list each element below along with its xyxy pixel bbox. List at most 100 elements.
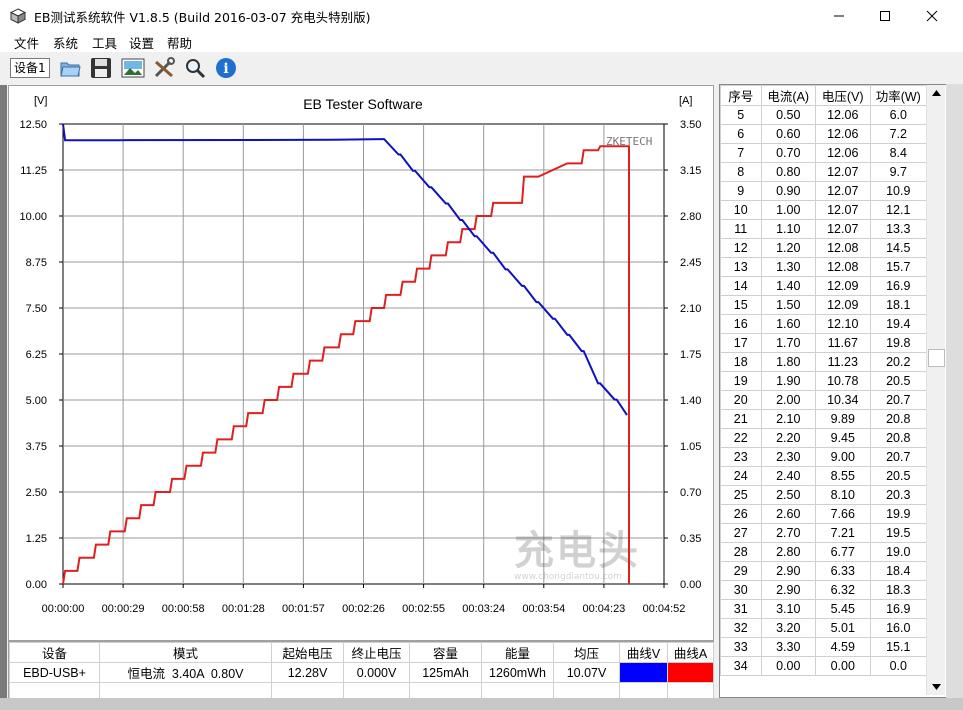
header-power[interactable]: 功率(W) [869,85,928,106]
cell-current: 2.40 [760,466,816,486]
table-row[interactable]: 29 2.90 6.33 18.4 [720,561,928,581]
cell-current: 1.50 [760,295,816,315]
table-row[interactable]: 10 1.00 12.07 12.1 [720,200,928,220]
table-row[interactable]: 24 2.40 8.55 20.5 [720,466,928,486]
cell-power: 20.3 [869,485,928,505]
table-row[interactable]: 15 1.50 12.09 18.1 [720,295,928,315]
table-row[interactable]: 22 2.20 9.45 20.8 [720,428,928,448]
scroll-up-button[interactable] [928,85,944,101]
test-summary-table: 设备 模式 起始电压 终止电压 容量 能量 均压 曲线V 曲线A EBD-USB… [8,641,714,702]
cell-voltage: 12.06 [814,105,871,125]
scroll-down-button[interactable] [928,679,944,695]
info-button[interactable]: i [213,55,239,81]
image-button[interactable] [120,55,146,81]
curve-v-color-swatch[interactable] [619,662,668,683]
open-button[interactable] [57,55,83,81]
background-strip-bottom [0,698,963,710]
table-row[interactable]: 9 0.90 12.07 10.9 [720,181,928,201]
x-tick-label: 00:02:26 [342,603,385,615]
close-button[interactable] [909,0,955,31]
scroll-thumb[interactable] [928,349,945,367]
y-left-tick-label: 3.75 [26,441,47,453]
svg-text:充电头: 充电头 [514,528,640,574]
menu-file[interactable]: 文件 [14,33,39,52]
cell-power: 7.2 [869,124,928,144]
save-button[interactable] [88,55,114,81]
cell-index: 27 [720,523,762,543]
table-row[interactable]: 11 1.10 12.07 13.3 [720,219,928,239]
header-voltage[interactable]: 电压(V) [814,85,871,106]
header-current[interactable]: 电流(A) [760,85,816,106]
cell-power: 20.8 [869,428,928,448]
summary-end-voltage: 0.000V [343,662,410,683]
data-grid-scrollbar[interactable] [926,85,945,695]
table-row[interactable]: 34 0.00 0.00 0.0 [720,656,928,676]
arrow-up-icon [931,90,941,96]
menu-settings[interactable]: 设置 [129,33,154,52]
chart-panel: EB Tester Software [V] [A] 充电头 www.chong… [8,85,714,641]
cell-index: 16 [720,314,762,334]
cell-current: 2.90 [760,561,816,581]
table-row[interactable]: 31 3.10 5.45 16.9 [720,599,928,619]
cell-current: 0.60 [760,124,816,144]
summary-device: EBD-USB+ [9,662,100,683]
device-tab[interactable]: 设备1 [10,58,50,78]
table-row[interactable]: 17 1.70 11.67 19.8 [720,333,928,353]
table-row[interactable]: 14 1.40 12.09 16.9 [720,276,928,296]
table-row[interactable]: 8 0.80 12.07 9.7 [720,162,928,182]
y-left-tick-label: 6.25 [26,349,47,361]
cell-power: 6.0 [869,105,928,125]
table-row[interactable]: 33 3.30 4.59 15.1 [720,637,928,657]
left-axis-unit: [V] [34,95,47,107]
table-row[interactable]: 27 2.70 7.21 19.5 [720,523,928,543]
table-row[interactable]: 5 0.50 12.06 6.0 [720,105,928,125]
cell-voltage: 12.07 [814,181,871,201]
summary-header-end-voltage: 终止电压 [343,642,410,663]
x-tick-label: 00:01:57 [282,603,325,615]
summary-header-capacity: 容量 [409,642,482,663]
table-row[interactable]: 21 2.10 9.89 20.8 [720,409,928,429]
cell-power: 19.4 [869,314,928,334]
y-left-tick-label: 5.00 [26,395,47,407]
cell-voltage: 7.21 [814,523,871,543]
cell-index: 19 [720,371,762,391]
table-row[interactable]: 19 1.90 10.78 20.5 [720,371,928,391]
table-row[interactable]: 13 1.30 12.08 15.7 [720,257,928,277]
table-row[interactable]: 16 1.60 12.10 19.4 [720,314,928,334]
table-row[interactable]: 6 0.60 12.06 7.2 [720,124,928,144]
table-row[interactable]: 12 1.20 12.08 14.5 [720,238,928,258]
image-icon [121,58,145,78]
background-strip-right [946,84,963,710]
table-row[interactable]: 28 2.80 6.77 19.0 [720,542,928,562]
summary-header-device: 设备 [9,642,100,663]
cell-index: 26 [720,504,762,524]
menu-help[interactable]: 帮助 [167,33,192,52]
table-row[interactable]: 20 2.00 10.34 20.7 [720,390,928,410]
right-axis-unit: [A] [679,95,692,107]
x-tick-label: 00:01:28 [222,603,265,615]
arrow-down-icon [931,684,941,690]
maximize-button[interactable] [862,0,908,31]
header-index[interactable]: 序号 [720,85,762,106]
curve-a-color-swatch[interactable] [667,662,714,683]
table-row[interactable]: 30 2.90 6.32 18.3 [720,580,928,600]
table-row[interactable]: 25 2.50 8.10 20.3 [720,485,928,505]
cell-index: 20 [720,390,762,410]
tools-button[interactable] [151,55,177,81]
menu-tools[interactable]: 工具 [92,33,117,52]
cell-index: 5 [720,105,762,125]
cell-index: 7 [720,143,762,163]
info-icon: i [216,58,236,78]
table-row[interactable]: 18 1.80 11.23 20.2 [720,352,928,372]
cell-current: 2.70 [760,523,816,543]
summary-start-voltage: 12.28V [271,662,344,683]
table-row[interactable]: 23 2.30 9.00 20.7 [720,447,928,467]
table-row[interactable]: 7 0.70 12.06 8.4 [720,143,928,163]
minimize-button[interactable] [816,0,862,31]
table-row[interactable]: 32 3.20 5.01 16.0 [720,618,928,638]
menu-system[interactable]: 系统 [53,33,78,52]
summary-data-row: EBD-USB+ 恒电流 3.40A 0.80V 12.28V 0.000V 1… [9,662,714,683]
table-row[interactable]: 26 2.60 7.66 19.9 [720,504,928,524]
svg-text:www.chongdiantou.com: www.chongdiantou.com [514,572,622,582]
search-button[interactable] [182,55,208,81]
